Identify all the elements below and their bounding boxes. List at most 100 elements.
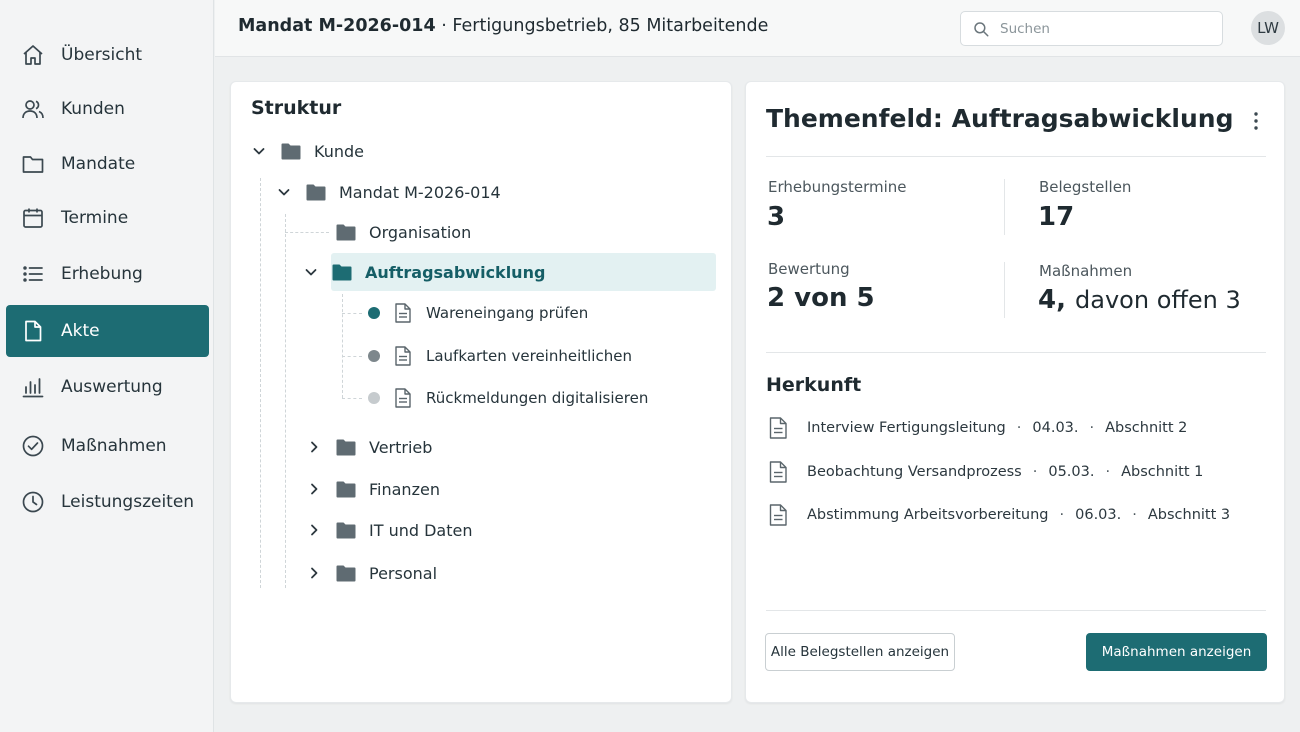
herkunft-title: Herkunft	[766, 374, 862, 396]
show-measures-button[interactable]: Maßnahmen anzeigen	[1086, 633, 1267, 671]
sidebar-item-auswertung[interactable]: Auswertung	[6, 361, 209, 413]
stat-label-massnahmen: Maßnahmen	[1039, 262, 1133, 280]
stat-value-bewertung: 2 von 5	[767, 283, 875, 313]
clock-icon	[22, 491, 44, 513]
document-icon	[769, 504, 787, 526]
tree-leaf-wareneingang[interactable]: Wareneingang prüfen	[368, 294, 588, 332]
dot-separator: ·	[1089, 420, 1095, 436]
stat-value-erhebungstermine: 3	[767, 202, 786, 232]
more-options-icon[interactable]	[1246, 110, 1266, 132]
chevron-down-icon[interactable]	[303, 264, 319, 280]
measures-total: 4,	[1038, 285, 1066, 315]
divider	[766, 352, 1266, 353]
dot-separator: ·	[1105, 464, 1111, 480]
folder-icon	[306, 184, 326, 200]
tree-node-label: Laufkarten vereinheitlichen	[426, 347, 632, 365]
users-icon	[22, 100, 44, 119]
stat-label-belegstellen: Belegstellen	[1039, 178, 1132, 196]
chevron-down-icon[interactable]	[276, 184, 292, 200]
sidebar-item-uebersicht[interactable]: Übersicht	[6, 29, 209, 81]
chevron-down-icon[interactable]	[251, 143, 267, 159]
source-item[interactable]: Interview Fertigungsleitung · 04.03. · A…	[768, 415, 1187, 441]
source-name: Beobachtung Versandprozess	[807, 464, 1022, 480]
divider	[1004, 179, 1005, 235]
document-icon	[395, 388, 411, 408]
chevron-right-icon[interactable]	[306, 522, 322, 538]
tree-leaf-laufkarten[interactable]: Laufkarten vereinheitlichen	[368, 337, 632, 375]
search-box[interactable]	[960, 11, 1223, 46]
tree-guide-line	[342, 294, 343, 398]
document-icon	[769, 417, 787, 439]
tree-node-label: Wareneingang prüfen	[426, 304, 589, 322]
avatar[interactable]: LW	[1251, 11, 1285, 45]
structure-panel: Struktur Kunde Mandat M-2026-014 Organis…	[230, 81, 732, 703]
document-icon	[769, 461, 787, 483]
folder-icon	[336, 522, 356, 538]
detail-panel: Themenfeld: Auftragsabwicklung Erhebungs…	[745, 81, 1285, 703]
source-date: 06.03.	[1075, 507, 1122, 523]
sidebar-item-massnahmen[interactable]: Maßnahmen	[6, 420, 209, 472]
sidebar-item-mandate[interactable]: Mandate	[6, 138, 209, 190]
sidebar-item-termine[interactable]: Termine	[6, 192, 209, 244]
source-item[interactable]: Abstimmung Arbeitsvorbereitung · 06.03. …	[768, 502, 1230, 528]
source-section: Abschnitt 3	[1147, 507, 1231, 523]
tree-guide-line	[285, 232, 329, 233]
measures-open: davon offen 3	[1075, 286, 1241, 314]
tree-node-label: Vertrieb	[369, 437, 433, 457]
sidebar-item-label: Kunden	[61, 99, 125, 119]
folder-icon	[336, 439, 356, 455]
dot-separator: ·	[1032, 464, 1038, 480]
stat-label-erhebungstermine: Erhebungstermine	[768, 178, 907, 196]
source-section: Abschnitt 1	[1121, 464, 1204, 480]
divider	[766, 610, 1266, 611]
tree-node-kunde[interactable]: Kunde	[251, 132, 364, 170]
structure-title: Struktur	[251, 97, 342, 119]
tree-node-it-und-daten[interactable]: IT und Daten	[306, 511, 472, 549]
dot-separator: ·	[1059, 507, 1065, 523]
tree-node-personal[interactable]: Personal	[306, 554, 437, 592]
search-input[interactable]	[1000, 20, 1210, 37]
document-icon	[25, 320, 42, 342]
sidebar-item-label: Maßnahmen	[61, 436, 167, 456]
stat-value-belegstellen: 17	[1038, 202, 1075, 232]
tree-node-label: Kunde	[314, 141, 364, 161]
tree-guide-line	[342, 356, 362, 357]
chevron-right-icon[interactable]	[306, 565, 322, 581]
sidebar: Übersicht Kunden Mandate Termine Erhebun…	[0, 0, 214, 732]
search-icon	[974, 21, 989, 36]
all-sources-button[interactable]: Alle Belegstellen anzeigen	[765, 633, 955, 671]
folder-icon	[281, 143, 301, 159]
sidebar-item-kunden[interactable]: Kunden	[6, 83, 209, 135]
status-dot-in-progress	[368, 350, 380, 362]
calendar-icon	[23, 208, 43, 228]
status-dot-open	[368, 392, 380, 404]
tree-node-mandat[interactable]: Mandat M-2026-014	[276, 173, 501, 211]
sidebar-item-erhebung[interactable]: Erhebung	[6, 248, 209, 300]
bar-chart-icon	[22, 378, 44, 398]
source-name: Abstimmung Arbeitsvorbereitung	[807, 507, 1049, 523]
mandate-id: Mandat M-2026-014	[238, 16, 436, 36]
source-item[interactable]: Beobachtung Versandprozess · 05.03. · Ab…	[768, 459, 1203, 485]
tree-node-label: Finanzen	[369, 479, 440, 499]
tree-guide-line	[285, 214, 286, 588]
sidebar-item-label: Auswertung	[61, 377, 163, 397]
dot-separator: ·	[1016, 420, 1022, 436]
tree-node-finanzen[interactable]: Finanzen	[306, 470, 440, 508]
tree-node-vertrieb[interactable]: Vertrieb	[306, 428, 432, 466]
sidebar-item-leistungszeiten[interactable]: Leistungszeiten	[6, 476, 209, 528]
tree-node-organisation[interactable]: Organisation	[336, 213, 471, 251]
chevron-right-icon[interactable]	[306, 481, 322, 497]
source-section: Abschnitt 2	[1105, 420, 1188, 436]
tree-node-auftragsabwicklung[interactable]: Auftragsabwicklung	[305, 253, 716, 291]
sidebar-item-akte[interactable]: Akte	[6, 305, 209, 357]
mandate-description: Fertigungsbetrieb, 85 Mitarbeitende	[452, 16, 769, 36]
chevron-right-icon[interactable]	[306, 439, 322, 455]
tree-guide-line	[342, 398, 362, 399]
folder-icon	[336, 481, 356, 497]
tree-node-label: Organisation	[369, 222, 472, 242]
source-name: Interview Fertigungsleitung	[807, 420, 1006, 436]
check-circle-icon	[22, 435, 44, 457]
stat-value-massnahmen: 4, davon offen 3	[1038, 285, 1241, 315]
tree-leaf-rueckmeldungen[interactable]: Rückmeldungen digitalisieren	[368, 379, 648, 417]
tree-guide-line	[260, 178, 261, 588]
